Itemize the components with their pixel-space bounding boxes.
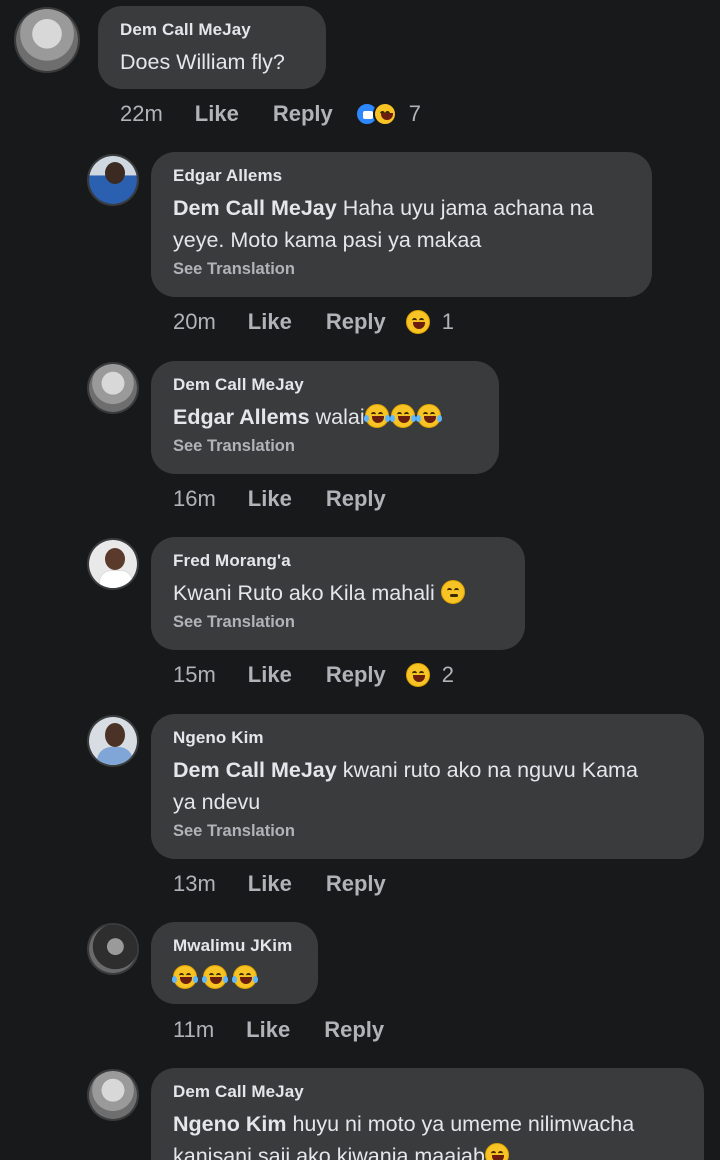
like-button[interactable]: Like: [248, 662, 292, 688]
comment-time[interactable]: 13m: [173, 871, 216, 897]
reply-button[interactable]: Reply: [326, 486, 386, 512]
avatar[interactable]: [87, 538, 139, 590]
comment-author[interactable]: Fred Morang'a: [173, 551, 503, 571]
reply-button[interactable]: Reply: [273, 101, 333, 127]
mention-link[interactable]: Ngeno Kim: [173, 1112, 286, 1136]
comment-text: [172, 962, 296, 994]
comment-text: Dem Call MeJay Haha uyu jama achana na ye…: [173, 196, 594, 252]
reaction-count: 2: [441, 662, 454, 687]
joy-emoji-icon: [232, 965, 258, 989]
reaction-count: 1: [441, 309, 454, 334]
rofl-emoji-icon: [363, 404, 390, 428]
haha-icon: [405, 663, 430, 687]
comment-author[interactable]: Dem Call MeJay: [120, 20, 304, 40]
joy-emoji-icon: [172, 965, 198, 989]
comment-actions: 11m Like Reply: [173, 1017, 418, 1043]
avatar[interactable]: [14, 7, 80, 73]
joy-emoji-icon: [202, 965, 228, 989]
comment-actions: 13m Like Reply: [173, 871, 420, 897]
reply-button[interactable]: Reply: [326, 662, 386, 688]
comment-author[interactable]: Mwalimu JKim: [173, 936, 296, 956]
comment-time[interactable]: 20m: [173, 309, 216, 335]
avatar[interactable]: [87, 1069, 139, 1121]
comment-time[interactable]: 15m: [173, 662, 216, 688]
comment-text: Ngeno Kim huyu ni moto ya umeme nilimwac…: [173, 1108, 682, 1160]
reaction-count: 7: [408, 101, 421, 126]
mention-link[interactable]: Dem Call MeJay: [173, 196, 337, 220]
avatar[interactable]: [87, 715, 139, 767]
reply-button[interactable]: Reply: [326, 309, 386, 335]
comment-actions: 20m Like Reply 1: [173, 309, 454, 335]
comment-time[interactable]: 11m: [173, 1017, 214, 1043]
comment-text: Edgar Allems walai: [173, 401, 477, 433]
comment-bubble: Edgar Allems Dem Call MeJay Haha uyu jam…: [151, 152, 652, 297]
comment-text: Does William fly?: [120, 50, 285, 74]
comment-bubble: Dem Call MeJay Does William fly?: [98, 6, 326, 89]
avatar[interactable]: [87, 154, 139, 206]
like-button[interactable]: Like: [195, 101, 239, 127]
thinking-emoji-icon: [440, 580, 465, 604]
haha-icon: [405, 310, 430, 334]
comment-bubble: Ngeno Kim Dem Call MeJay kwani ruto ako …: [151, 714, 704, 859]
comment-bubble: Mwalimu JKim: [151, 922, 318, 1004]
like-button[interactable]: Like: [248, 486, 292, 512]
comment-actions: 15m Like Reply 2: [173, 662, 454, 688]
reaction-summary[interactable]: 1: [405, 309, 454, 335]
reaction-summary[interactable]: 2: [405, 662, 454, 688]
see-translation-link[interactable]: See Translation: [173, 822, 682, 841]
comment-author[interactable]: Ngeno Kim: [173, 728, 682, 748]
comment-bubble: Dem Call MeJay Ngeno Kim huyu ni moto ya…: [151, 1068, 704, 1160]
comment-actions: 22m Like Reply 7: [120, 101, 421, 127]
like-button[interactable]: Like: [248, 309, 292, 335]
comment-time[interactable]: 16m: [173, 486, 216, 512]
comment-time[interactable]: 22m: [120, 101, 163, 127]
comment-bubble: Fred Morang'a Kwani Ruto ako Kila mahali…: [151, 537, 525, 650]
avatar[interactable]: [87, 923, 139, 975]
see-translation-link[interactable]: See Translation: [173, 260, 630, 279]
avatar[interactable]: [87, 362, 139, 414]
rofl-emoji-icon: [389, 404, 416, 428]
like-button[interactable]: Like: [248, 871, 292, 897]
reaction-summary[interactable]: 7: [354, 101, 421, 127]
smile-emoji-icon: [484, 1143, 509, 1160]
reply-button[interactable]: Reply: [324, 1017, 384, 1043]
see-translation-link[interactable]: See Translation: [173, 613, 503, 632]
comment-bubble: Dem Call MeJay Edgar Allems walai See Tr…: [151, 361, 499, 474]
mention-link[interactable]: Edgar Allems: [173, 405, 310, 429]
mention-link[interactable]: Dem Call MeJay: [173, 758, 337, 782]
comment-author[interactable]: Dem Call MeJay: [173, 1082, 682, 1102]
comment-actions: 16m Like Reply: [173, 486, 420, 512]
rofl-emoji-icon: [415, 404, 442, 428]
comment-author[interactable]: Edgar Allems: [173, 166, 630, 186]
haha-icon: [372, 102, 397, 126]
comment-text: Dem Call MeJay kwani ruto ako na nguvu K…: [173, 758, 638, 814]
like-button[interactable]: Like: [246, 1017, 290, 1043]
comment-thread: Dem Call MeJay Does William fly? 22m Lik…: [0, 0, 720, 1160]
reply-button[interactable]: Reply: [326, 871, 386, 897]
comment-text: Kwani Ruto ako Kila mahali: [173, 577, 503, 609]
see-translation-link[interactable]: See Translation: [173, 437, 477, 456]
comment-author[interactable]: Dem Call MeJay: [173, 375, 477, 395]
